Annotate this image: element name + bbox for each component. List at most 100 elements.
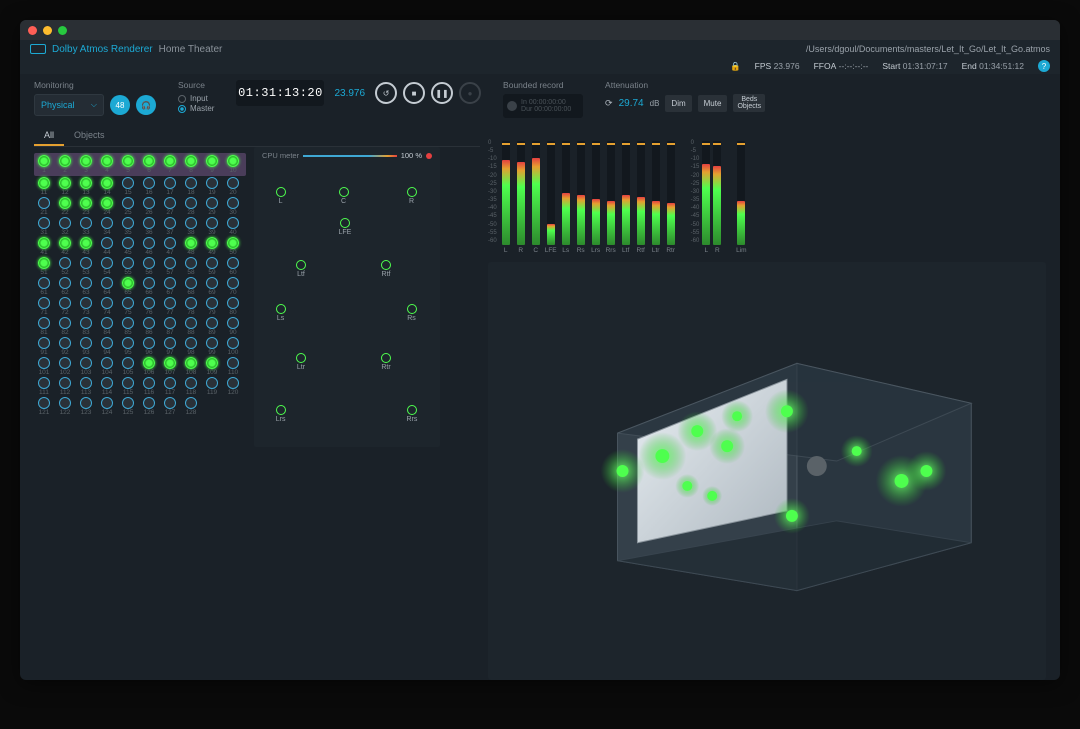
object-cell[interactable]: 54	[97, 257, 117, 276]
object-cell[interactable]: 44	[97, 237, 117, 256]
source-master-radio[interactable]: Master	[178, 104, 214, 113]
object-cell[interactable]: 64	[97, 277, 117, 296]
object-cell[interactable]: 110	[223, 357, 243, 376]
monitoring-dropdown[interactable]: Physical⌵	[34, 94, 104, 116]
object-cell[interactable]: 59	[202, 257, 222, 276]
timecode-display[interactable]: 01:31:13:20	[236, 80, 324, 106]
beds-objects-button[interactable]: BedsObjects	[733, 94, 765, 112]
speaker-node[interactable]: Rs	[407, 304, 417, 322]
object-cell[interactable]: 48	[181, 237, 201, 256]
object-cell[interactable]: 120	[223, 377, 243, 396]
object-cell[interactable]: 30	[223, 197, 243, 216]
object-cell[interactable]: 105	[118, 357, 138, 376]
object-cell[interactable]: 76	[139, 297, 159, 316]
object-cell[interactable]: 22	[55, 197, 75, 216]
speaker-node[interactable]: Ltr	[296, 353, 306, 371]
object-cell[interactable]: 83	[76, 317, 96, 336]
object-cell[interactable]: 66	[139, 277, 159, 296]
object-cell[interactable]: 89	[202, 317, 222, 336]
object-cell[interactable]: 29	[202, 197, 222, 216]
object-cell[interactable]: 102	[55, 357, 75, 376]
headphone-toggle[interactable]: 48	[110, 95, 130, 115]
object-cell[interactable]: 87	[160, 317, 180, 336]
object-cell[interactable]: 77	[160, 297, 180, 316]
record-range-box[interactable]: In 00:00:00:00 Dur 00:00:00:00	[503, 94, 583, 118]
object-cell[interactable]: 113	[76, 377, 96, 396]
minimize-icon[interactable]	[43, 26, 52, 35]
object-cell[interactable]: 32	[55, 217, 75, 236]
object-cell[interactable]: 69	[202, 277, 222, 296]
object-cell[interactable]: 38	[181, 217, 201, 236]
object-cell[interactable]: 100	[223, 337, 243, 356]
object-cell[interactable]: 95	[118, 337, 138, 356]
object-cell[interactable]: 80	[223, 297, 243, 316]
object-cell[interactable]: 114	[97, 377, 117, 396]
close-icon[interactable]	[28, 26, 37, 35]
object-cell[interactable]: 2	[55, 155, 75, 174]
object-cell[interactable]: 31	[34, 217, 54, 236]
object-cell[interactable]: 74	[97, 297, 117, 316]
object-cell[interactable]: 61	[34, 277, 54, 296]
object-cell[interactable]: 103	[76, 357, 96, 376]
speaker-node[interactable]: R	[407, 187, 417, 205]
object-cell[interactable]: 73	[76, 297, 96, 316]
attenuation-knob-icon[interactable]: ⟳	[605, 98, 613, 109]
object-cell[interactable]: 11	[34, 177, 54, 196]
headphone-icon-button[interactable]: 🎧	[136, 95, 156, 115]
object-cell[interactable]: 49	[202, 237, 222, 256]
object-cell[interactable]: 56	[139, 257, 159, 276]
object-cell[interactable]: 9	[202, 155, 222, 174]
object-cell[interactable]: 37	[160, 217, 180, 236]
object-cell[interactable]: 104	[97, 357, 117, 376]
tab-all[interactable]: All	[34, 126, 64, 146]
object-cell[interactable]: 34	[97, 217, 117, 236]
object-cell[interactable]: 91	[34, 337, 54, 356]
object-cell[interactable]: 55	[118, 257, 138, 276]
object-cell[interactable]: 8	[181, 155, 201, 174]
object-cell[interactable]: 35	[118, 217, 138, 236]
object-cell[interactable]: 57	[160, 257, 180, 276]
room-3d-view[interactable]	[488, 262, 1046, 680]
object-cell[interactable]: 106	[139, 357, 159, 376]
speaker-node[interactable]: Ltf	[296, 260, 306, 278]
stop-button[interactable]: ■	[403, 82, 425, 104]
object-cell[interactable]: 46	[139, 237, 159, 256]
object-cell[interactable]: 93	[76, 337, 96, 356]
object-cell[interactable]: 41	[34, 237, 54, 256]
object-cell[interactable]: 47	[160, 237, 180, 256]
object-cell[interactable]: 3	[76, 155, 96, 174]
object-cell[interactable]: 90	[223, 317, 243, 336]
object-cell[interactable]: 128	[181, 397, 201, 416]
object-cell[interactable]: 65	[118, 277, 138, 296]
object-cell[interactable]: 33	[76, 217, 96, 236]
object-cell[interactable]: 26	[139, 197, 159, 216]
object-cell[interactable]: 124	[97, 397, 117, 416]
maximize-icon[interactable]	[58, 26, 67, 35]
object-cell[interactable]: 36	[139, 217, 159, 236]
object-cell[interactable]: 101	[34, 357, 54, 376]
object-cell[interactable]: 68	[181, 277, 201, 296]
object-cell[interactable]: 78	[181, 297, 201, 316]
object-cell[interactable]: 70	[223, 277, 243, 296]
object-cell[interactable]: 27	[160, 197, 180, 216]
object-cell[interactable]: 121	[34, 397, 54, 416]
object-cell[interactable]: 6	[139, 155, 159, 174]
object-cell[interactable]: 97	[160, 337, 180, 356]
speaker-node[interactable]: Lrs	[276, 405, 286, 423]
speaker-node[interactable]: LFE	[339, 218, 352, 236]
object-cell[interactable]: 75	[118, 297, 138, 316]
object-cell[interactable]: 116	[139, 377, 159, 396]
object-cell[interactable]: 53	[76, 257, 96, 276]
object-cell[interactable]: 7	[160, 155, 180, 174]
object-cell[interactable]: 111	[34, 377, 54, 396]
object-cell[interactable]: 109	[202, 357, 222, 376]
object-cell[interactable]: 42	[55, 237, 75, 256]
speaker-node[interactable]: Ls	[276, 304, 286, 322]
object-cell[interactable]: 13	[76, 177, 96, 196]
object-cell[interactable]: 58	[181, 257, 201, 276]
object-cell[interactable]: 15	[118, 177, 138, 196]
object-cell[interactable]: 60	[223, 257, 243, 276]
object-cell[interactable]: 52	[55, 257, 75, 276]
object-cell[interactable]: 99	[202, 337, 222, 356]
object-cell[interactable]: 112	[55, 377, 75, 396]
